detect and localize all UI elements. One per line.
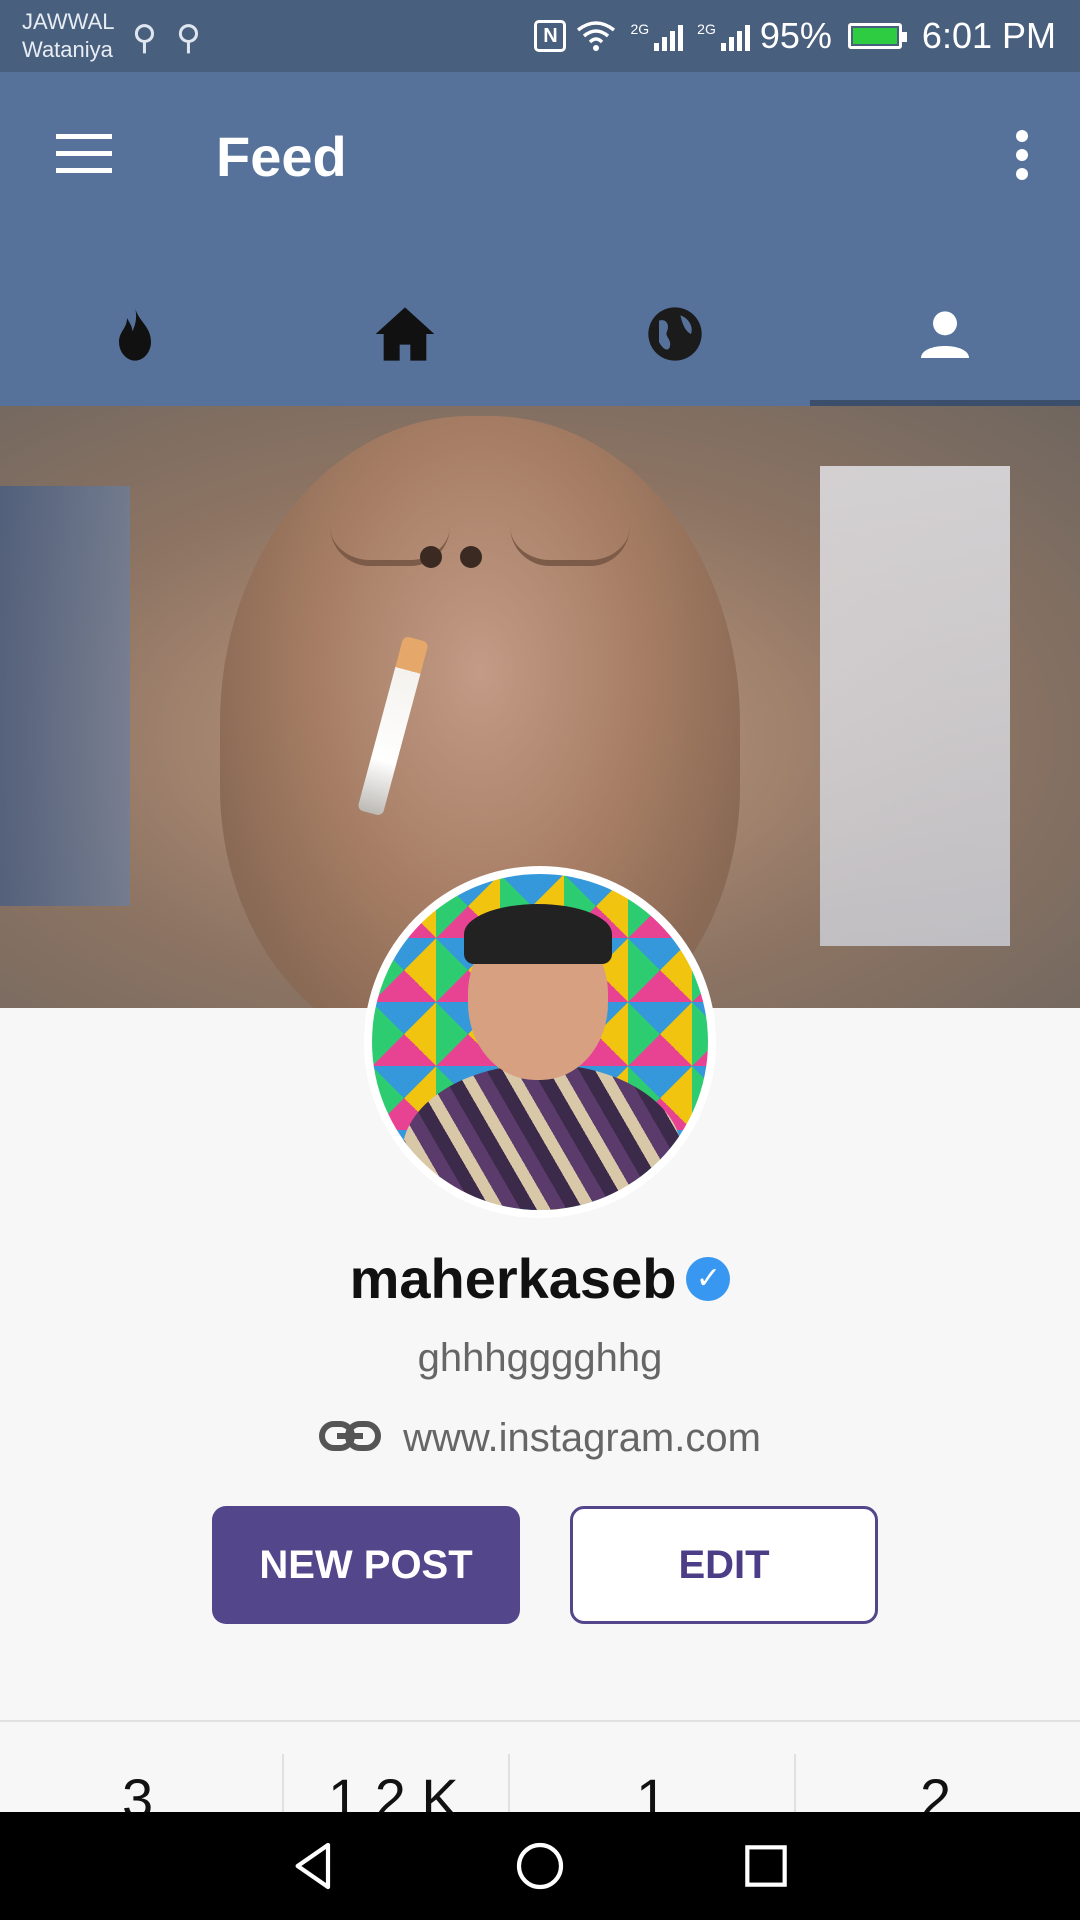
link-icon (319, 1416, 382, 1461)
edit-button[interactable]: EDIT (570, 1506, 878, 1624)
usb-icon: ⚲ (132, 19, 157, 57)
website-row[interactable]: www.instagram.com (0, 1416, 1080, 1461)
username: maherkaseb (349, 1247, 677, 1310)
globe-icon (648, 307, 702, 361)
tab-profile[interactable] (810, 262, 1080, 406)
home-icon (375, 307, 435, 361)
app-bar: Feed (0, 72, 1080, 406)
signal-icon: 2G (697, 21, 750, 51)
status-bar: JAWWAL Wataniya ⚲ ⚲ N 2G 2G 95% 6:01 PM (0, 0, 1080, 72)
clock: 6:01 PM (921, 15, 1056, 56)
stats-row: 3 1.2 K 1 2 (0, 1722, 1080, 1812)
battery-icon (847, 23, 907, 49)
tab-trending[interactable] (0, 262, 270, 406)
back-icon[interactable] (286, 1838, 342, 1894)
stat-value[interactable]: 1 (636, 1766, 667, 1812)
bio: ghhhgggghhg (417, 1336, 663, 1380)
website-link[interactable]: www.instagram.com (403, 1416, 761, 1461)
stat-value[interactable]: 3 (122, 1766, 153, 1812)
page-title: Feed (216, 125, 347, 188)
avatar[interactable] (364, 866, 716, 1218)
carrier-label: JAWWAL Wataniya (22, 8, 114, 64)
carrier-name-1: JAWWAL (22, 9, 115, 34)
tab-home[interactable] (270, 262, 540, 406)
tab-explore[interactable] (540, 262, 810, 406)
fire-icon (119, 307, 151, 361)
stat-value[interactable]: 1.2 K (328, 1766, 459, 1812)
stat-value[interactable]: 2 (920, 1766, 951, 1812)
tab-bar (0, 262, 1080, 406)
verified-badge-icon: ✓ (686, 1256, 731, 1301)
signal-icon: 2G (630, 21, 684, 51)
more-options-icon[interactable] (1016, 130, 1030, 180)
usb-icon: ⚲ (176, 19, 201, 57)
new-post-button[interactable]: NEW POST (212, 1506, 520, 1624)
carrier-name-2: Wataniya (22, 37, 113, 62)
home-button-icon[interactable] (512, 1838, 568, 1894)
system-nav-bar (0, 1812, 1080, 1920)
username-row: maherkaseb ✓ (0, 1246, 1080, 1311)
battery-percent: 95% (759, 15, 832, 56)
recents-icon[interactable] (738, 1838, 794, 1894)
wifi-icon (577, 21, 616, 51)
person-icon (921, 311, 969, 358)
menu-icon[interactable] (56, 134, 112, 174)
nfc-icon: N (534, 20, 567, 52)
